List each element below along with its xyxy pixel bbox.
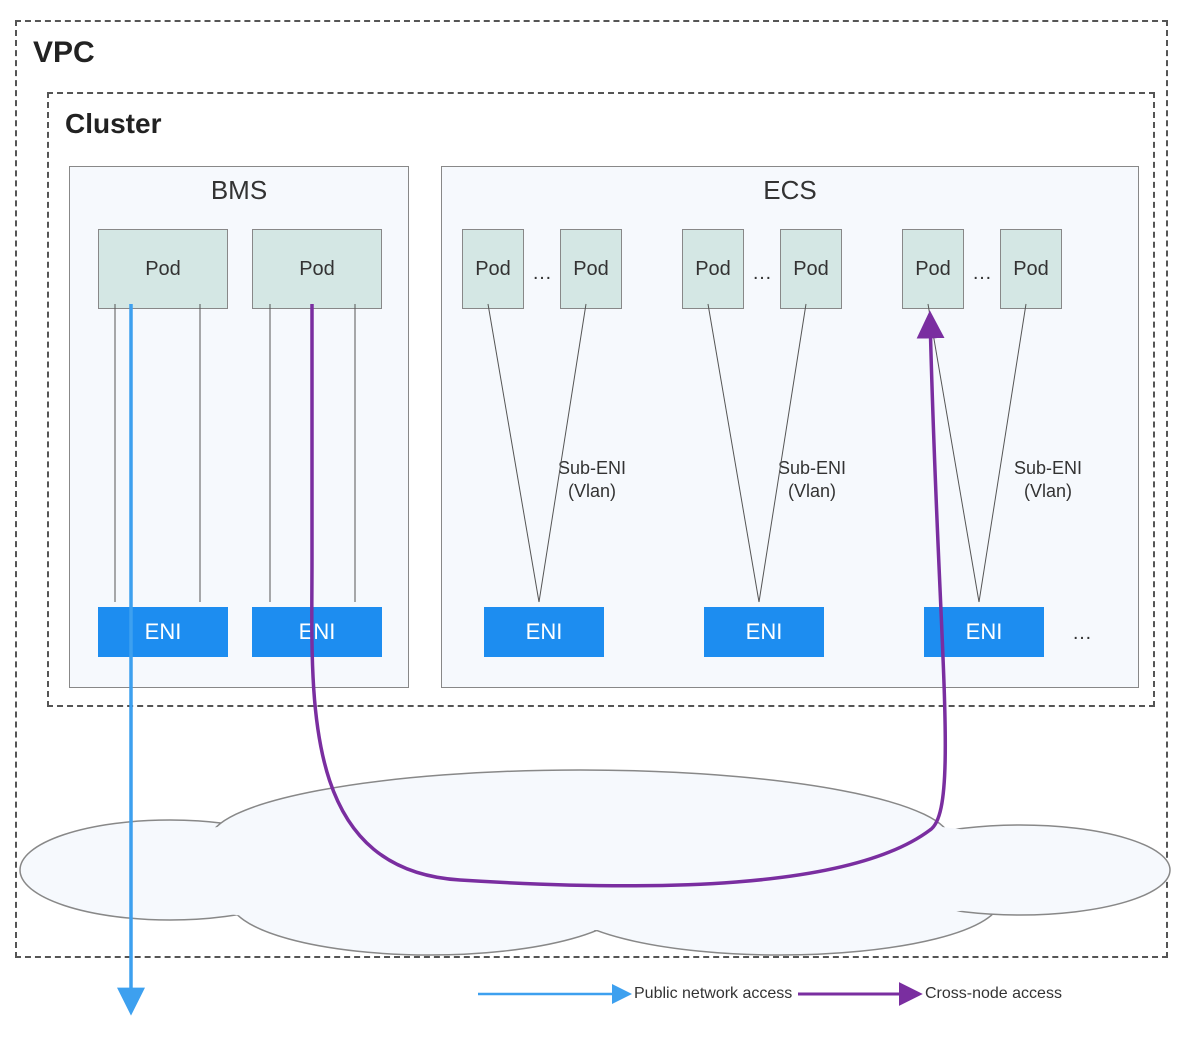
ecs-g0-pod-left: Pod bbox=[462, 229, 524, 309]
ecs-g1-pod-right: Pod bbox=[780, 229, 842, 309]
ecs-g2-pod-right: Pod bbox=[1000, 229, 1062, 309]
bms-pod-1: Pod bbox=[98, 229, 228, 309]
ecs-g1-eni: ENI bbox=[704, 607, 824, 657]
ecs-g2-pod-left: Pod bbox=[902, 229, 964, 309]
cluster-title: Cluster bbox=[65, 108, 161, 140]
ecs-g0-ellipsis: … bbox=[532, 262, 552, 285]
ecs-g1-ellipsis: … bbox=[752, 262, 772, 285]
legend-public-text: Public network access bbox=[634, 985, 792, 1003]
ecs-trailing-ellipsis: … bbox=[1072, 622, 1092, 645]
ecs-g0-pod-right: Pod bbox=[560, 229, 622, 309]
ecs-g0-subeni: Sub-ENI (Vlan) bbox=[542, 457, 642, 502]
vpc-container: VPC Cluster BMS Pod Pod ENI ENI ECS Pod … bbox=[15, 20, 1168, 958]
ecs-g2-ellipsis: … bbox=[972, 262, 992, 285]
ecs-g1-subeni: Sub-ENI (Vlan) bbox=[762, 457, 862, 502]
ecs-g1-pod-left: Pod bbox=[682, 229, 744, 309]
legend-cross-text: Cross-node access bbox=[925, 985, 1062, 1003]
cloud-label: VPC network bbox=[417, 792, 557, 820]
ecs-g2-subeni-l2: (Vlan) bbox=[1024, 481, 1072, 501]
ecs-title: ECS bbox=[442, 175, 1138, 206]
ecs-g2-eni: ENI bbox=[924, 607, 1044, 657]
bms-eni-2: ENI bbox=[252, 607, 382, 657]
ecs-g1-subeni-l1: Sub-ENI bbox=[778, 458, 846, 478]
vpc-title: VPC bbox=[33, 36, 95, 70]
ecs-g0-eni: ENI bbox=[484, 607, 604, 657]
ecs-g2-subeni-l1: Sub-ENI bbox=[1014, 458, 1082, 478]
ecs-g0-subeni-l2: (Vlan) bbox=[568, 481, 616, 501]
ecs-g0-subeni-l1: Sub-ENI bbox=[558, 458, 626, 478]
cluster-container: Cluster BMS Pod Pod ENI ENI ECS Pod … Po… bbox=[47, 92, 1155, 707]
ecs-g1-subeni-l2: (Vlan) bbox=[788, 481, 836, 501]
ecs-g2-subeni: Sub-ENI (Vlan) bbox=[998, 457, 1098, 502]
bms-title: BMS bbox=[70, 175, 408, 206]
ecs-node: ECS Pod … Pod Sub-ENI (Vlan) ENI Pod … P… bbox=[441, 166, 1139, 688]
bms-pod-2: Pod bbox=[252, 229, 382, 309]
bms-eni-1: ENI bbox=[98, 607, 228, 657]
bms-node: BMS Pod Pod ENI ENI bbox=[69, 166, 409, 688]
